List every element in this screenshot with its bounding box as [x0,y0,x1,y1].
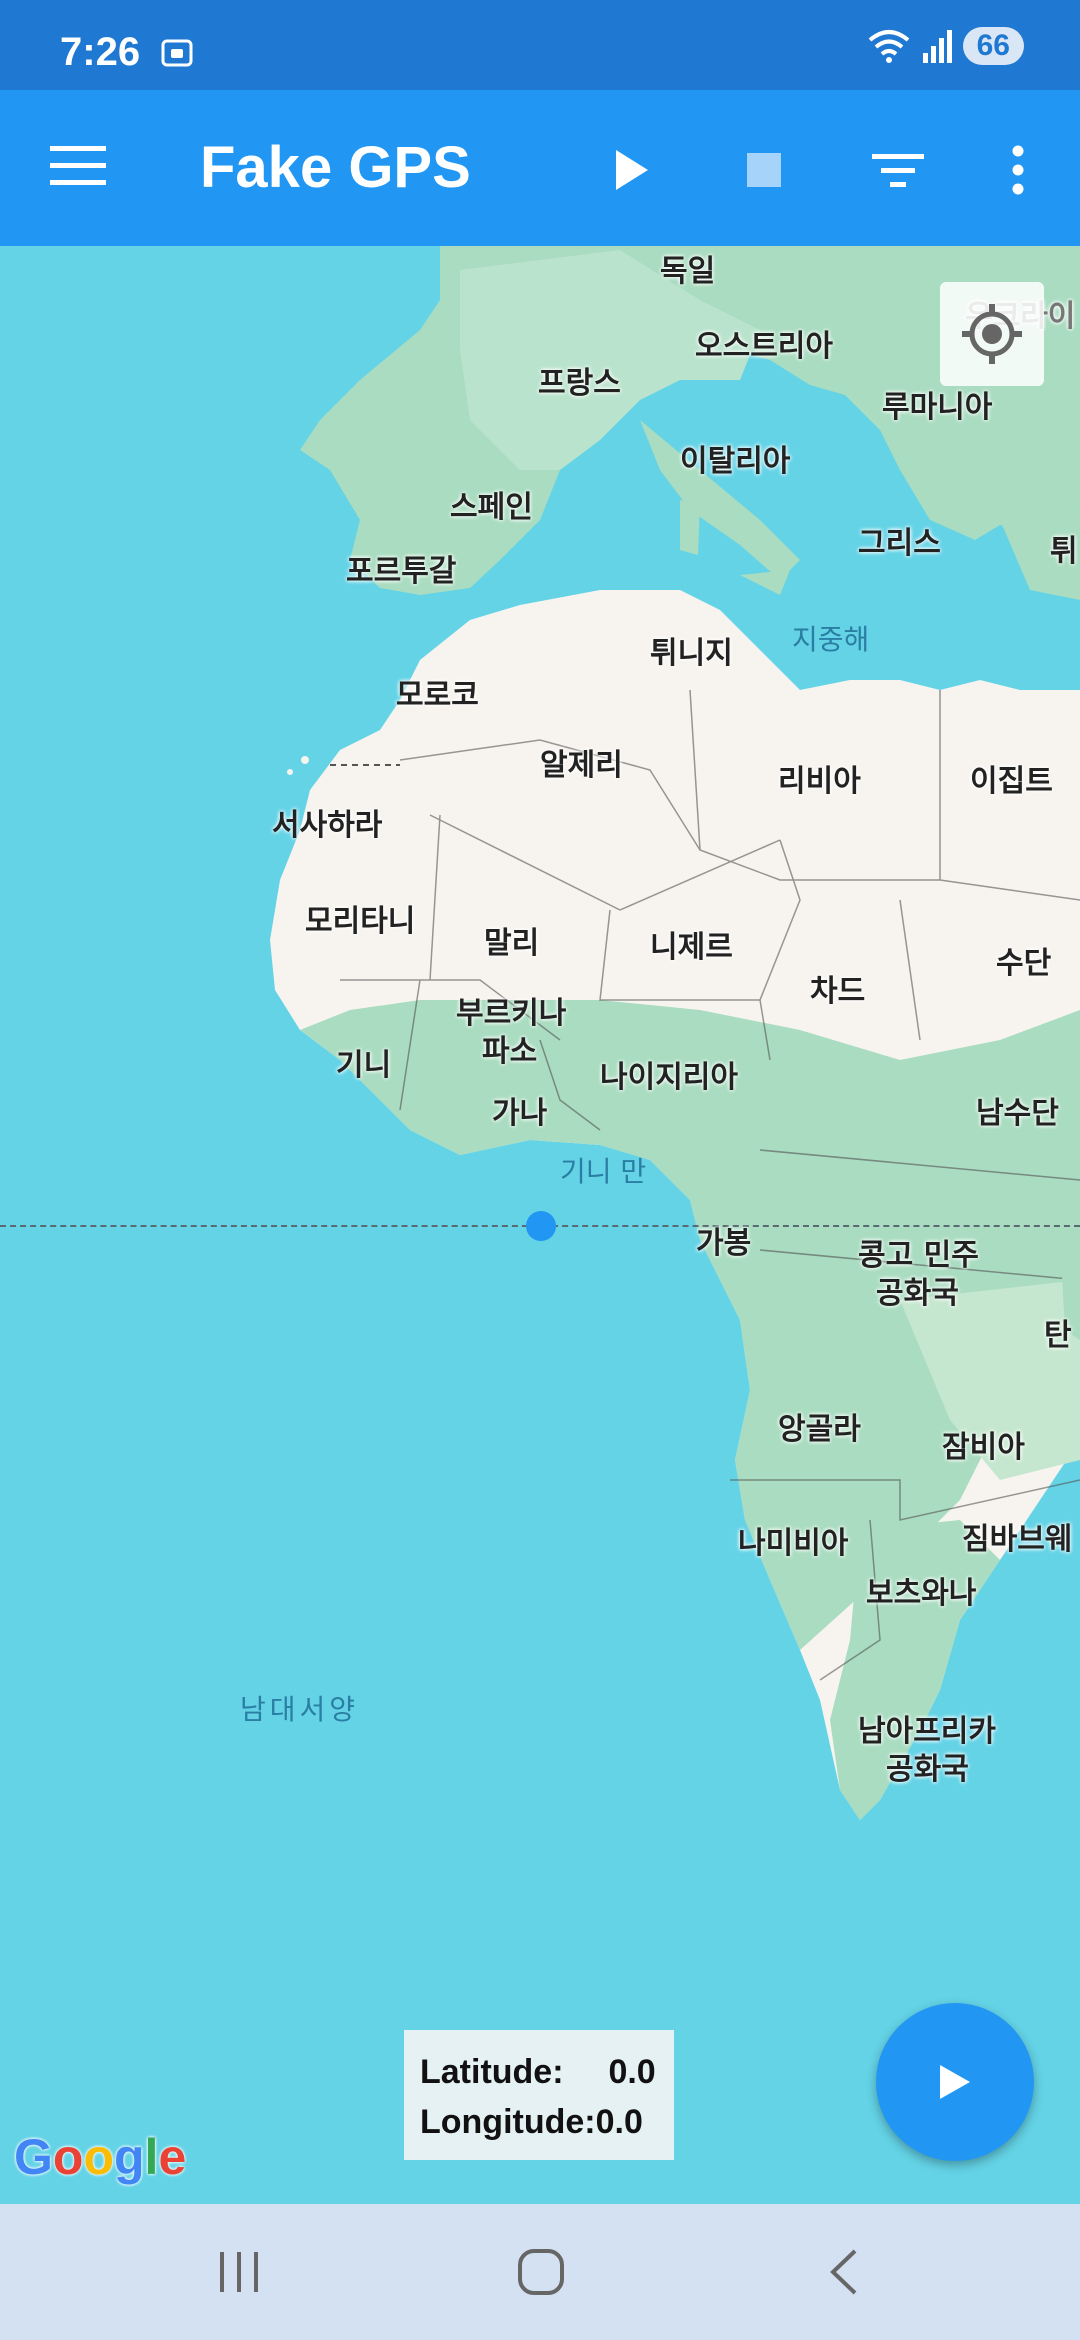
my-location-icon [962,304,1022,364]
map-label-spain: 스페인 [450,490,533,525]
sea-label-south-atlantic: 남대서양 [240,1693,360,1726]
map-label-niger: 니제르 [650,930,733,965]
status-time: 7:26 [60,30,141,74]
status-indicators: 66 [867,26,1024,66]
map-label-chad: 차드 [810,974,866,1009]
sea-label-gulf-of-guinea: 기니 만 [560,1155,647,1188]
map-label-zimbabwe: 짐바브웨 [962,1522,1073,1557]
home-button[interactable] [506,2242,576,2302]
longitude-label: Longitude: [420,2103,596,2141]
coordinates-panel: Latitude: 0.0 Longitude:0.0 [404,2030,674,2160]
map-label-south-africa-2: 공화국 [886,1752,969,1787]
map-label-tunisia: 튀니지 [650,636,733,671]
back-button[interactable] [808,2242,878,2302]
play-icon [940,2065,970,2099]
google-logo: Google [14,2129,187,2185]
map-label-romania: 루마니아 [882,390,993,425]
signal-icon [922,30,952,63]
map-label-gabon: 가봉 [696,1226,752,1261]
start-fab[interactable] [876,2003,1034,2161]
stop-icon [747,153,781,187]
map-label-south-sudan: 남수단 [976,1096,1059,1131]
map-label-austria: 오스트리아 [695,329,833,364]
menu-icon[interactable] [50,144,106,188]
more-options-button[interactable] [978,130,1058,210]
latitude-label: Latitude: [420,2053,564,2091]
map-label-ghana: 가나 [492,1096,548,1131]
map-label-tanzania: 탄 [1044,1318,1072,1353]
map-label-faso: 파소 [482,1034,538,1069]
map-label-mali: 말리 [484,926,540,961]
stop-button[interactable] [724,130,804,210]
battery-indicator: 66 [962,27,1024,65]
map-label-sudan: 수단 [996,946,1052,981]
map-label-guinea: 기니 [336,1048,392,1083]
map-label-zambia: 잠비아 [942,1430,1025,1465]
location-marker[interactable] [526,1211,556,1241]
recents-button[interactable] [204,2242,274,2302]
wifi-icon [868,30,909,63]
map-label-turkey: 튀 [1050,534,1078,569]
map-label-angola: 앙골라 [778,1412,861,1447]
status-bar: 7:26 66 [0,0,1080,90]
map-label-western-sahara: 서사하라 [272,808,383,843]
map-label-namibia: 나미비아 [738,1526,849,1561]
play-button[interactable] [592,130,672,210]
map-label-mauritania: 모리타니 [305,904,416,939]
map-view[interactable]: 독일 오스트리아 우크라이 프랑스 루마니아 이탈리아 스페인 그리스 튀 포르… [0,246,1080,2204]
latitude-value: 0.0 [608,2053,656,2091]
system-nav-bar [0,2204,1080,2340]
screen-record-icon [161,39,193,67]
map-label-germany: 독일 [660,254,716,289]
map-label-france: 프랑스 [538,366,621,401]
filter-icon [872,154,924,187]
app-bar: Fake GPS [0,90,1080,246]
recents-icon [220,2252,258,2292]
map-label-botswana: 보츠와나 [866,1576,977,1611]
filter-button[interactable] [858,130,938,210]
longitude-value: 0.0 [595,2103,643,2141]
map-label-egypt: 이집트 [970,764,1053,799]
app-title: Fake GPS [200,135,471,200]
map-label-italy: 이탈리아 [680,444,791,479]
map-label-algeria: 알제리 [540,748,623,783]
back-icon [830,2249,857,2295]
map-label-libya: 리비아 [778,764,861,799]
map-label-portugal: 포르투갈 [346,554,457,589]
sea-label-mediterranean: 지중해 [792,623,870,656]
map-label-nigeria: 나이지리아 [600,1060,738,1095]
more-vert-icon [1012,145,1024,195]
map-label-morocco: 모로코 [396,678,479,713]
map-label-drc-2: 공화국 [876,1276,959,1311]
map-label-greece: 그리스 [858,526,941,561]
home-icon [518,2249,564,2295]
play-icon [616,150,648,190]
my-location-button[interactable] [940,282,1044,386]
